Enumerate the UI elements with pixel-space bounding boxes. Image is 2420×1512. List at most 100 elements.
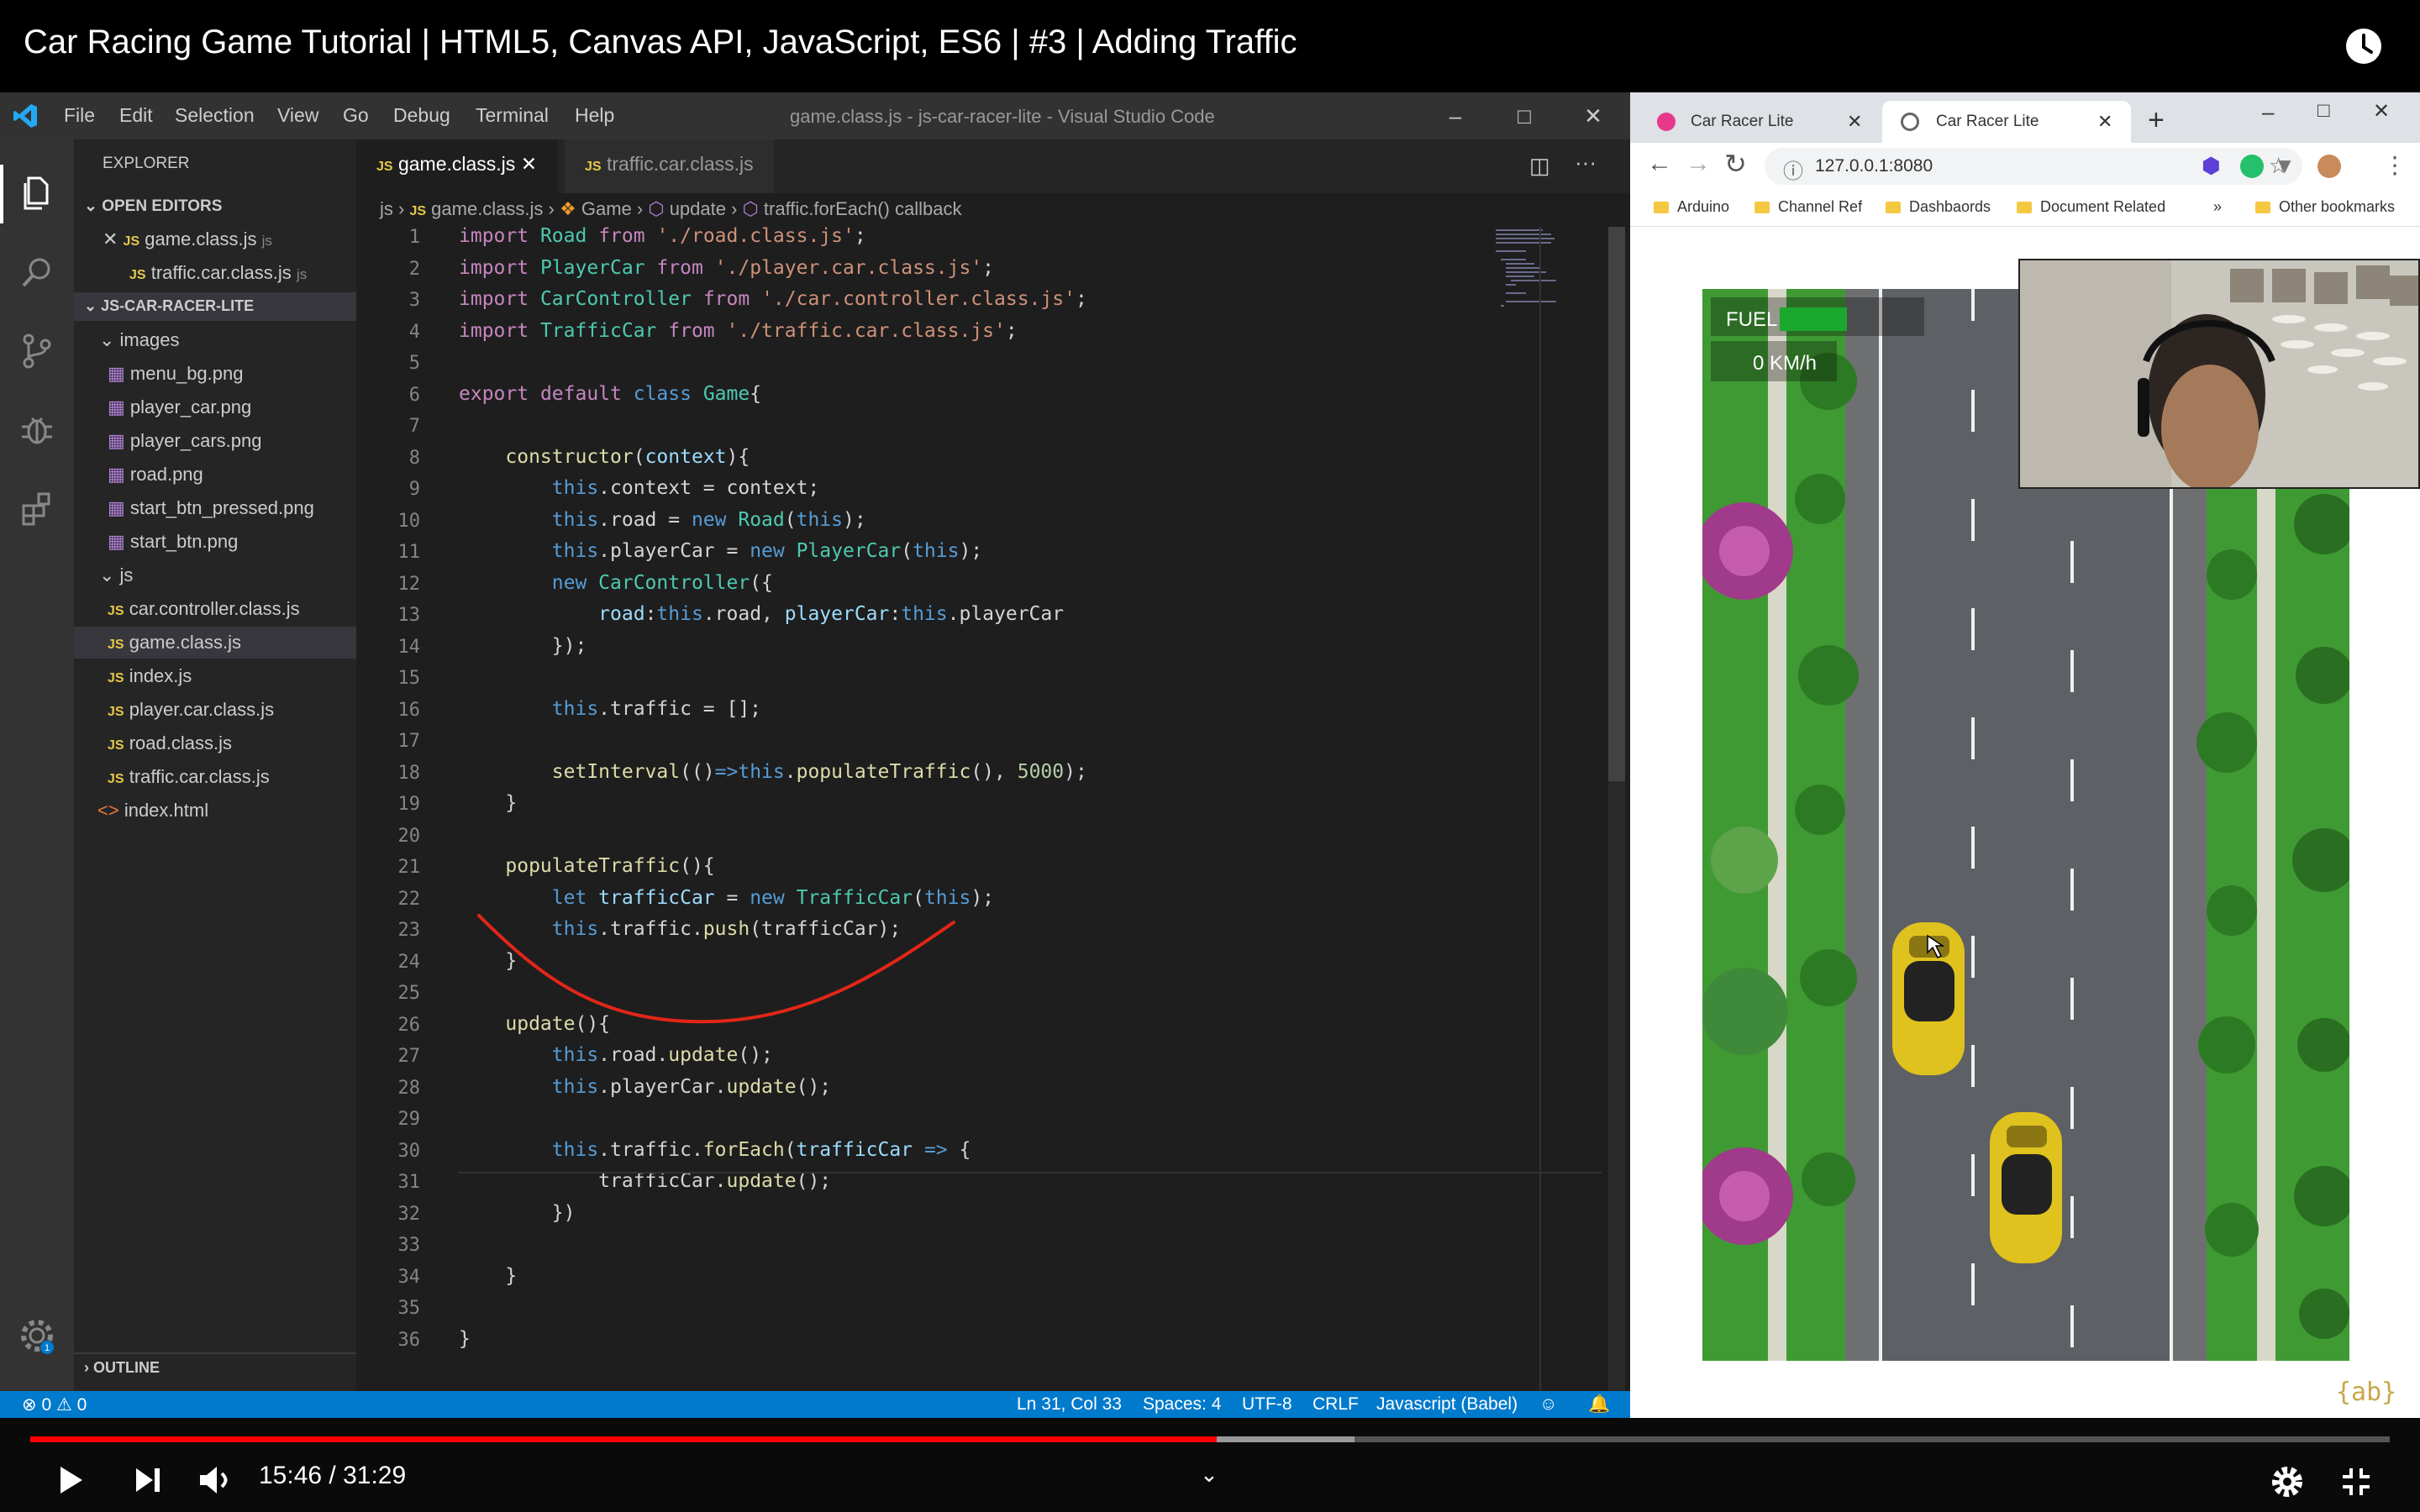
breadcrumb-method[interactable]: update bbox=[670, 198, 726, 219]
file-item[interactable]: JS player.car.class.js bbox=[108, 699, 274, 721]
file-item[interactable]: ▦ menu_bg.png bbox=[108, 363, 243, 385]
menu-help[interactable]: Help bbox=[575, 104, 614, 127]
breadcrumb-file[interactable]: game.class.js bbox=[431, 198, 543, 219]
encoding[interactable]: UTF-8 bbox=[1242, 1394, 1292, 1415]
maximize-icon[interactable]: □ bbox=[2317, 99, 2330, 123]
explorer-icon[interactable] bbox=[17, 173, 57, 213]
play-icon[interactable] bbox=[52, 1462, 89, 1499]
code-line[interactable]: this.road.update(); bbox=[459, 1044, 773, 1066]
new-tab-icon[interactable]: + bbox=[2148, 104, 2165, 137]
code-line[interactable]: this.context = context; bbox=[459, 477, 820, 499]
file-item[interactable]: <> index.html bbox=[97, 800, 208, 822]
file-item-active[interactable]: JS game.class.js bbox=[108, 632, 241, 654]
watch-later-icon[interactable] bbox=[2344, 27, 2383, 66]
reload-icon[interactable]: ↻ bbox=[1724, 148, 1747, 180]
extensions-icon[interactable] bbox=[17, 489, 57, 529]
editor-scrollbar[interactable] bbox=[1608, 227, 1625, 1391]
project-section[interactable]: ⌄ JS-CAR-RACER-LITE bbox=[84, 297, 254, 315]
close-tab-icon[interactable]: ✕ bbox=[1847, 111, 1862, 133]
code-line[interactable]: } bbox=[459, 1328, 471, 1350]
split-editor-icon[interactable]: ◫ bbox=[1529, 153, 1550, 179]
menu-go[interactable]: Go bbox=[343, 104, 369, 127]
code-line[interactable]: this.traffic = []; bbox=[459, 698, 761, 720]
close-tab-icon[interactable]: ✕ bbox=[2097, 111, 2112, 133]
notifications-icon[interactable]: 🔔 bbox=[1588, 1394, 1610, 1415]
next-icon[interactable] bbox=[131, 1463, 165, 1497]
code-line[interactable]: this.playerCar.update(); bbox=[459, 1076, 831, 1098]
close-tab-icon[interactable]: ✕ bbox=[521, 153, 537, 175]
extension-icon[interactable]: ⬢ bbox=[2202, 153, 2228, 180]
volume-icon[interactable] bbox=[197, 1463, 234, 1497]
menu-file[interactable]: File bbox=[64, 104, 95, 127]
code-line[interactable]: this.traffic.forEach(trafficCar => { bbox=[459, 1139, 971, 1161]
breadcrumb-callback[interactable]: traffic.forEach() callback bbox=[764, 198, 962, 219]
tab-traffic-car-class[interactable]: JS traffic.car.class.js bbox=[565, 139, 774, 193]
bookmark-item[interactable]: Arduino bbox=[1654, 198, 1729, 216]
line-ending[interactable]: CRLF bbox=[1313, 1394, 1359, 1415]
folder-js[interactable]: ⌄ js bbox=[99, 564, 133, 586]
minimize-icon[interactable]: – bbox=[2262, 99, 2274, 125]
tab-game-class[interactable]: JS game.class.js ✕ bbox=[356, 139, 557, 193]
code-line[interactable]: constructor(context){ bbox=[459, 446, 750, 468]
breadcrumb-class[interactable]: Game bbox=[581, 198, 632, 219]
extension-v-icon[interactable]: ▼ bbox=[2274, 153, 2296, 179]
info-icon[interactable]: ⓘ bbox=[1783, 155, 1803, 184]
code-line[interactable]: this.road = new Road(this); bbox=[459, 509, 866, 531]
code-line[interactable]: } bbox=[459, 1265, 517, 1287]
bookmark-item[interactable]: Channel Ref bbox=[1754, 198, 1862, 216]
menu-selection[interactable]: Selection bbox=[175, 104, 255, 127]
exit-fullscreen-icon[interactable] bbox=[2339, 1465, 2373, 1499]
file-item[interactable]: JS traffic.car.class.js bbox=[108, 766, 270, 788]
settings-gear-icon[interactable]: 1 bbox=[17, 1315, 57, 1356]
source-control-icon[interactable] bbox=[17, 331, 57, 371]
maximize-icon[interactable]: □ bbox=[1507, 99, 1541, 133]
outline-section[interactable]: › OUTLINE bbox=[84, 1359, 160, 1377]
file-item[interactable]: JS car.controller.class.js bbox=[108, 598, 300, 620]
close-icon[interactable]: ✕ bbox=[1576, 99, 1610, 133]
language-mode[interactable]: Javascript (Babel) bbox=[1376, 1394, 1518, 1415]
search-icon[interactable] bbox=[17, 252, 57, 292]
grammarly-icon[interactable] bbox=[2240, 155, 2264, 178]
back-icon[interactable]: ← bbox=[1647, 150, 1672, 178]
folder-images[interactable]: ⌄ images bbox=[99, 329, 179, 351]
browser-menu-icon[interactable]: ⋮ bbox=[2383, 151, 2407, 179]
bookmark-item[interactable]: Document Related bbox=[2017, 198, 2165, 216]
menu-edit[interactable]: Edit bbox=[119, 104, 153, 127]
menu-view[interactable]: View bbox=[277, 104, 318, 127]
feedback-icon[interactable]: ☺ bbox=[1539, 1394, 1557, 1415]
code-line[interactable]: setInterval(()=>this.populateTraffic(), … bbox=[459, 761, 1087, 783]
minimap[interactable] bbox=[1492, 227, 1585, 328]
other-bookmarks[interactable]: Other bookmarks bbox=[2255, 198, 2395, 216]
code-line[interactable]: this.playerCar = new PlayerCar(this); bbox=[459, 540, 982, 562]
file-item[interactable]: ▦ start_btn_pressed.png bbox=[108, 497, 314, 519]
browser-tab-active[interactable]: Car Racer Lite ✕ bbox=[1882, 101, 2131, 143]
menu-debug[interactable]: Debug bbox=[393, 104, 450, 127]
breadcrumb-dir[interactable]: js bbox=[380, 198, 393, 219]
code-line[interactable]: }) bbox=[459, 1202, 576, 1224]
file-item[interactable]: ▦ player_cars.png bbox=[108, 430, 261, 452]
code-line[interactable]: new CarController({ bbox=[459, 572, 773, 594]
settings-gear-icon[interactable] bbox=[2269, 1463, 2306, 1500]
menu-terminal[interactable]: Terminal bbox=[476, 104, 549, 127]
problems-indicator[interactable]: ⊗ 0 ⚠ 0 bbox=[22, 1394, 87, 1415]
code-line[interactable]: } bbox=[459, 792, 517, 814]
file-item[interactable]: JS index.js bbox=[108, 665, 192, 687]
indentation[interactable]: Spaces: 4 bbox=[1143, 1394, 1221, 1415]
forward-icon[interactable]: → bbox=[1686, 150, 1711, 178]
close-window-icon[interactable]: ✕ bbox=[2373, 99, 2390, 123]
minimize-icon[interactable]: – bbox=[1439, 99, 1472, 133]
file-item[interactable]: ▦ road.png bbox=[108, 464, 203, 486]
code-line[interactable]: road:this.road, playerCar:this.playerCar bbox=[459, 603, 1064, 625]
file-item[interactable]: ▦ start_btn.png bbox=[108, 531, 238, 553]
cursor-position[interactable]: Ln 31, Col 33 bbox=[1017, 1394, 1122, 1415]
bookmark-item[interactable]: Dashbaords bbox=[1886, 198, 1991, 216]
open-editor-item[interactable]: ✕ JS game.class.js js bbox=[103, 228, 272, 250]
code-line[interactable]: import Road from './road.class.js'; bbox=[459, 225, 878, 247]
file-item[interactable]: ▦ player_car.png bbox=[108, 396, 251, 418]
code-line[interactable]: import CarController from './car.control… bbox=[459, 288, 1087, 310]
code-line[interactable]: import TrafficCar from './traffic.car.cl… bbox=[459, 320, 1018, 342]
open-editors-section[interactable]: ⌄ OPEN EDITORS bbox=[84, 197, 222, 216]
code-line[interactable]: }); bbox=[459, 635, 587, 657]
debug-icon[interactable] bbox=[17, 410, 57, 450]
open-editor-item[interactable]: JS traffic.car.class.js js bbox=[129, 262, 307, 284]
